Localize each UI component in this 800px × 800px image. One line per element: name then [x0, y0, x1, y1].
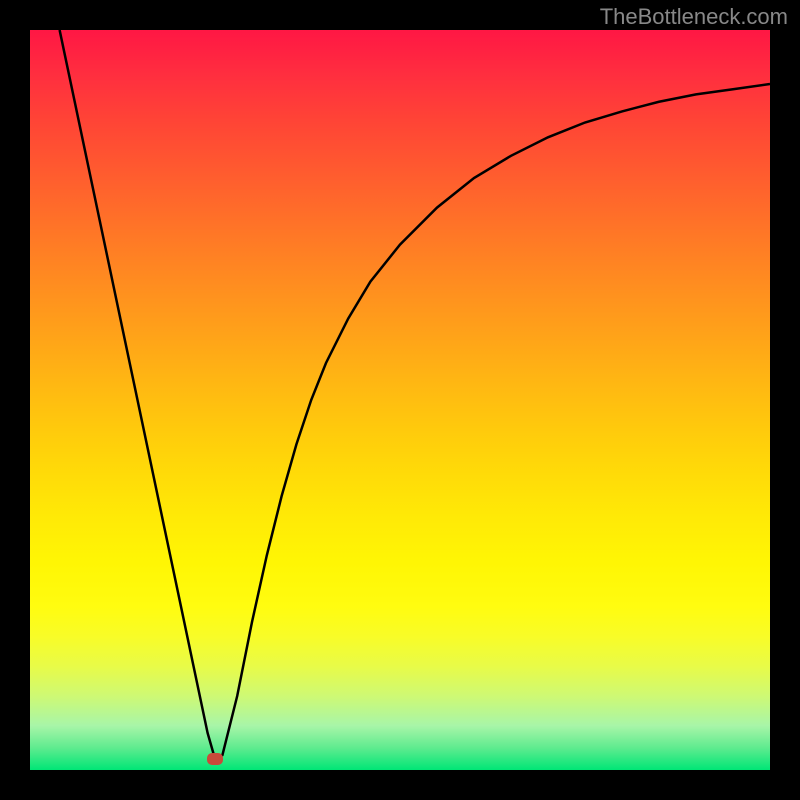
optimal-point-marker — [207, 753, 223, 765]
bottleneck-curve — [60, 30, 770, 759]
chart-gradient-area — [30, 30, 770, 770]
curve-svg — [30, 30, 770, 770]
watermark-text: TheBottleneck.com — [600, 4, 788, 30]
